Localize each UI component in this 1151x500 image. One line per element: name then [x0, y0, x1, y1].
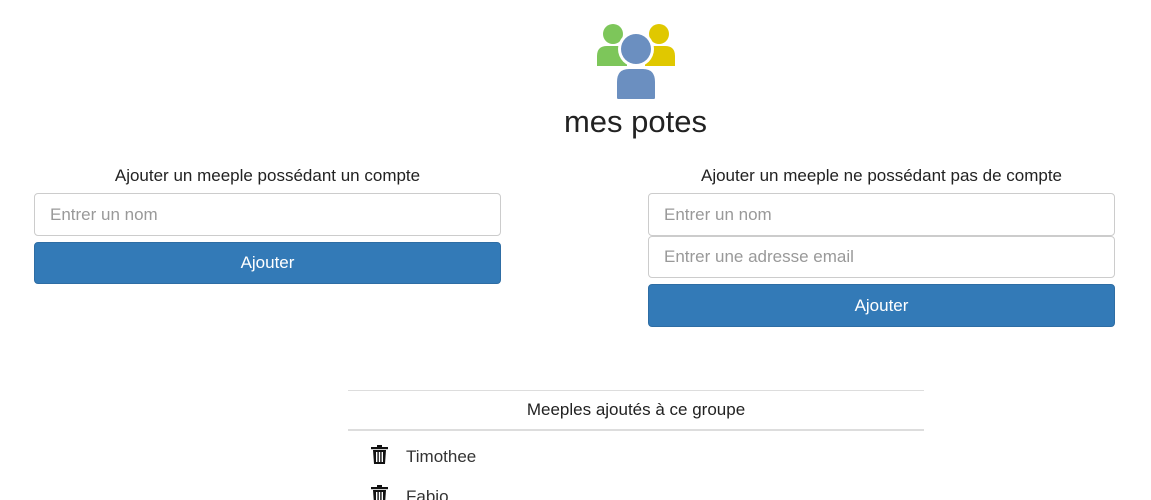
add-guest-meeple-heading: Ajouter un meeple ne possédant pas de co… [700, 166, 1063, 185]
member-row: Fabio [348, 471, 924, 500]
add-account-meeple-button[interactable]: Ajouter [34, 242, 501, 284]
page-title: mes potes [563, 104, 707, 139]
member-row: Timothee [348, 431, 924, 471]
add-guest-meeple-button[interactable]: Ajouter [648, 284, 1115, 327]
guest-meeple-name-input[interactable] [648, 193, 1115, 236]
add-account-meeple-heading: Ajouter un meeple possédant un compte [114, 166, 421, 185]
page: mes potes Ajouter un meeple possédant un… [0, 0, 1151, 500]
trash-icon[interactable] [371, 485, 388, 500]
trash-icon[interactable] [371, 445, 388, 464]
group-people-icon [597, 24, 675, 99]
members-header: Meeples ajoutés à ce groupe [348, 390, 924, 431]
member-name: Timothee [406, 447, 477, 466]
guest-meeple-email-input[interactable] [648, 236, 1115, 278]
account-meeple-name-input[interactable] [34, 193, 501, 236]
member-name: Fabio [406, 487, 449, 500]
members-table: Meeples ajoutés à ce groupe Timothee Fab… [348, 390, 924, 500]
